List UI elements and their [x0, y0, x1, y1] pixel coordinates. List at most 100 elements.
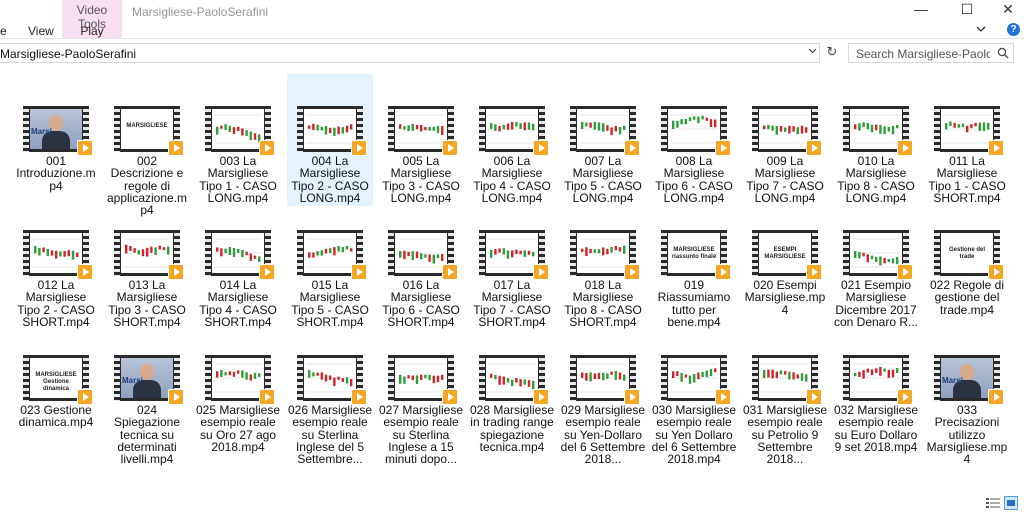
file-name: 030 Marsigliese esempio reale su Yen Dol…	[651, 403, 737, 467]
video-thumbnail	[297, 230, 367, 280]
tab-view[interactable]: View	[28, 24, 54, 38]
search-icon	[997, 47, 1009, 62]
thumbnail-frame: Gestione del trade	[941, 233, 993, 273]
search-box[interactable]: Search Marsigliese-PaoloSeraf...	[848, 43, 1014, 63]
file-item[interactable]: 016 La Marsigliese Tipo 6 - CASO SHORT.m…	[378, 198, 464, 330]
thumbnail-frame	[486, 109, 538, 149]
window-title: Marsigliese-PaoloSerafini	[132, 5, 269, 19]
file-name: 021 Esempio Marsigliese Dicembre 2017 co…	[833, 278, 919, 329]
thumbnail-frame	[212, 233, 264, 273]
thumbnail-frame: Marsi	[30, 109, 82, 149]
large-icons-view-icon[interactable]	[1004, 496, 1018, 510]
close-button[interactable]: ✕	[985, 0, 1024, 22]
refresh-icon[interactable]: ↻	[824, 44, 840, 62]
minimize-button[interactable]: —	[898, 0, 944, 22]
chevron-down-icon[interactable]	[975, 23, 987, 35]
thumbnail-frame	[668, 109, 720, 149]
file-item[interactable]: 017 La Marsigliese Tipo 7 - CASO SHORT.m…	[469, 198, 555, 330]
file-item[interactable]: 003 La Marsigliese Tipo 1 - CASO LONG.mp…	[195, 74, 281, 206]
file-item[interactable]: 012 La Marsigliese Tipo 2 - CASO SHORT.m…	[13, 198, 99, 330]
file-item[interactable]: 013 La Marsigliese Tipo 3 - CASO SHORT.m…	[104, 198, 190, 330]
file-item[interactable]: 025 Marsigliese esempio reale su Oro 27 …	[195, 323, 281, 455]
file-item[interactable]: 028 Marsigliese in trading range spiegaz…	[469, 323, 555, 455]
file-item[interactable]: 005 La Marsigliese Tipo 3 - CASO LONG.mp…	[378, 74, 464, 206]
tab-play[interactable]: Play	[62, 24, 122, 38]
file-item[interactable]: MARSIGLIESE riassunto finale 019 Riassumi…	[651, 198, 737, 330]
maximize-button[interactable]: ☐	[944, 0, 990, 22]
person-thumbnail: Marsi	[121, 358, 173, 398]
brand-text: Marsi	[31, 127, 52, 136]
address-dropdown-icon[interactable]	[808, 46, 817, 57]
thumbnail-frame	[212, 358, 264, 398]
file-item[interactable]: Gestione del trade 022 Regole di gestione…	[924, 198, 1010, 330]
play-badge-icon	[442, 264, 458, 280]
thumbnail-text: Gestione del trade	[948, 247, 985, 260]
file-item[interactable]: 006 La Marsigliese Tipo 4 - CASO LONG.mp…	[469, 74, 555, 206]
video-thumbnail	[388, 230, 458, 280]
file-item[interactable]: 021 Esempio Marsigliese Dicembre 2017 co…	[833, 198, 919, 330]
play-badge-icon	[442, 140, 458, 156]
video-thumbnail	[570, 230, 640, 280]
thumbnail-frame: ESEMPI MARSIGLIESE	[759, 233, 811, 273]
video-thumbnail	[297, 106, 367, 156]
play-badge-icon	[77, 264, 93, 280]
file-item[interactable]: 008 La Marsigliese Tipo 6 - CASO LONG.mp…	[651, 74, 737, 206]
thumbnail-frame	[850, 358, 902, 398]
file-name: 018 La Marsigliese Tipo 8 - CASO SHORT.m…	[564, 278, 642, 329]
file-item[interactable]: 015 La Marsigliese Tipo 5 - CASO SHORT.m…	[287, 198, 373, 330]
video-thumbnail	[297, 355, 367, 405]
thumbnail-frame	[577, 109, 629, 149]
file-name: 023 Gestione dinamica.mp4	[18, 403, 94, 430]
video-thumbnail: Marsi	[934, 355, 1004, 405]
thumbnail-text: MARSIGLIESE	[126, 123, 168, 129]
file-item[interactable]: 018 La Marsigliese Tipo 8 - CASO SHORT.m…	[560, 198, 646, 330]
file-item[interactable]: 026 Marsigliese esempio reale su Sterlin…	[287, 323, 373, 465]
file-name: 008 La Marsigliese Tipo 6 - CASO LONG.mp…	[655, 154, 733, 205]
file-name: 011 La Marsigliese Tipo 1 - CASO SHORT.m…	[928, 154, 1006, 205]
file-grid: Marsi 001 Introduzione.mp4 MARSIGLIESE 002 …	[0, 66, 1024, 486]
thumbnail-frame: Marsi	[941, 358, 993, 398]
file-item[interactable]: 029 Marsigliese esempio reale su Yen-Dol…	[560, 323, 646, 465]
file-item[interactable]: 010 La Marsigliese Tipo 8 - CASO LONG.mp…	[833, 74, 919, 206]
thumbnail-frame	[486, 233, 538, 273]
file-item[interactable]: MARSIGLIESE 002 Descrizione e regole di a…	[104, 74, 190, 216]
file-item[interactable]: 007 La Marsigliese Tipo 5 - CASO LONG.mp…	[560, 74, 646, 206]
video-thumbnail: MARSIGLIESE Gestione dinamica	[23, 355, 93, 405]
file-name: 014 La Marsigliese Tipo 4 - CASO SHORT.m…	[199, 278, 277, 329]
play-badge-icon	[897, 140, 913, 156]
video-thumbnail	[388, 355, 458, 405]
file-item[interactable]: 014 La Marsigliese Tipo 4 - CASO SHORT.m…	[195, 198, 281, 330]
file-name: 032 Marsigliese esempio reale su Euro Do…	[833, 403, 919, 454]
search-input[interactable]: Search Marsigliese-PaoloSeraf...	[856, 47, 990, 61]
file-item[interactable]: 009 La Marsigliese Tipo 7 - CASO LONG.mp…	[742, 74, 828, 206]
file-name: 006 La Marsigliese Tipo 4 - CASO LONG.mp…	[473, 154, 551, 205]
file-item[interactable]: ESEMPI MARSIGLIESE 020 Esempi Marsigliese…	[742, 198, 828, 330]
thumbnail-text: ESEMPI MARSIGLIESE	[764, 247, 806, 260]
help-icon[interactable]: ?	[1007, 23, 1020, 36]
file-item[interactable]: 031 Marsigliese esempio reale su Petroli…	[742, 323, 828, 465]
thumbnail-frame: Marsi	[121, 358, 173, 398]
file-item[interactable]: 011 La Marsigliese Tipo 1 - CASO SHORT.m…	[924, 74, 1010, 206]
address-bar[interactable]: Marsigliese-PaoloSerafini	[0, 43, 820, 63]
file-item[interactable]: Marsi 001 Introduzione.mp4	[13, 74, 99, 206]
file-item[interactable]: Marsi 033 Precisazioni utilizzo Marsiglie…	[924, 323, 1010, 465]
tab-share[interactable]: e	[0, 24, 7, 38]
video-thumbnail: MARSIGLIESE	[114, 106, 184, 156]
thumbnail-frame	[759, 109, 811, 149]
video-thumbnail	[205, 355, 275, 405]
thumbnail-frame	[395, 233, 447, 273]
play-badge-icon	[624, 264, 640, 280]
details-view-icon[interactable]	[986, 497, 1000, 510]
file-item[interactable]: 004 La Marsigliese Tipo 2 - CASO LONG.mp…	[287, 74, 373, 206]
file-item[interactable]: MARSIGLIESE Gestione dinamica 023 Gestion…	[13, 323, 99, 455]
video-thumbnail	[479, 355, 549, 405]
file-item[interactable]: Marsi 024 Spiegazione tecnica su determin…	[104, 323, 190, 465]
file-item[interactable]: 032 Marsigliese esempio reale su Euro Do…	[833, 323, 919, 455]
file-item[interactable]: 030 Marsigliese esempio reale su Yen Dol…	[651, 323, 737, 465]
file-item[interactable]: 027 Marsigliese esempio reale su Sterlin…	[378, 323, 464, 465]
play-badge-icon	[259, 140, 275, 156]
brand-text: Marsi	[122, 376, 143, 385]
thumbnail-frame	[395, 109, 447, 149]
file-name: 010 La Marsigliese Tipo 8 - CASO LONG.mp…	[837, 154, 915, 205]
thumbnail-frame: MARSIGLIESE Gestione dinamica	[30, 358, 82, 398]
